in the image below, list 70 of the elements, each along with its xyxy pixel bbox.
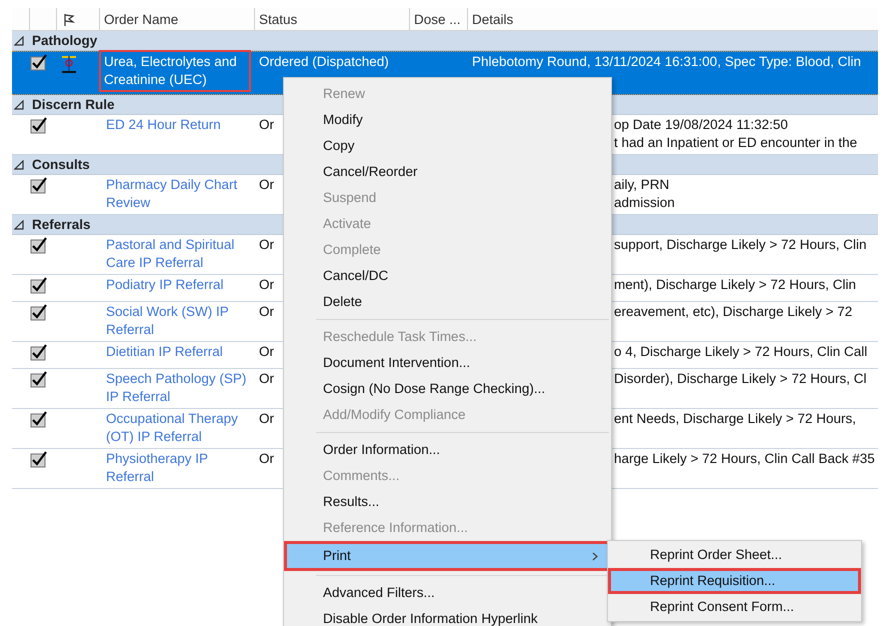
order-name-link[interactable]: Speech Pathology (SP) IP Referral	[104, 370, 251, 406]
group-label: Referrals	[32, 217, 91, 232]
collapse-icon[interactable]	[14, 100, 24, 110]
menu-item[interactable]: Modify	[286, 107, 609, 133]
menu-item[interactable]: Cancel/Reorder	[286, 159, 609, 185]
menu-item[interactable]: Reprint Consent Form...	[610, 594, 859, 620]
details-cell: o 4, Discharge Likely > 72 Hours, Clin Call	[614, 343, 868, 361]
order-name-link[interactable]: Podiatry IP Referral	[104, 276, 226, 294]
order-name-link[interactable]: Physiotherapy IP Referral	[104, 450, 251, 486]
details-cell: admission	[614, 194, 675, 212]
menu-item-label: Print	[323, 547, 352, 565]
status-cell: Or	[259, 411, 274, 426]
menu-item[interactable]: Cosign (No Dose Range Checking)...	[286, 376, 609, 402]
order-name-link[interactable]: Occupational Therapy (OT) IP Referral	[104, 410, 251, 446]
column-header[interactable]: Details	[468, 8, 878, 30]
details-cell: Disorder), Discharge Likely > 72 Hours, Cl	[614, 370, 866, 388]
status-cell: Or	[259, 277, 274, 292]
status-cell: Or	[259, 344, 274, 359]
status-cell: Or	[259, 371, 274, 386]
checkbox-icon[interactable]	[30, 177, 48, 194]
group-label: Consults	[32, 157, 90, 172]
menu-item[interactable]: Cancel/DC	[286, 263, 609, 289]
menu-item[interactable]: Advanced Filters...	[286, 580, 609, 606]
status-cell: Or	[259, 177, 274, 192]
menu-item[interactable]: Disable Order Information Hyperlink	[286, 606, 609, 626]
checkbox-icon[interactable]	[30, 117, 48, 134]
order-name-link[interactable]: ED 24 Hour Return	[104, 116, 223, 134]
group-label: Pathology	[32, 33, 98, 48]
column-header[interactable]: Dose ...	[410, 8, 468, 30]
checkbox-icon[interactable]	[30, 54, 48, 71]
order-name-link[interactable]: Pastoral and Spiritual Care IP Referral	[104, 236, 251, 272]
column-header[interactable]: Order Name	[100, 8, 255, 30]
collapse-icon[interactable]	[14, 160, 24, 170]
status-cell: Or	[259, 451, 274, 466]
order-name-link[interactable]: Dietitian IP Referral	[104, 343, 225, 361]
menu-item[interactable]: Reprint Requisition...	[608, 568, 861, 594]
order-name-link[interactable]: Pharmacy Daily Chart Review	[104, 176, 251, 212]
menu-item[interactable]: Results...	[286, 489, 609, 515]
chevron-right-icon	[592, 552, 598, 560]
checkbox-icon[interactable]	[30, 304, 48, 321]
menu-item[interactable]: Reprint Order Sheet...	[610, 542, 859, 568]
order-name-link[interactable]: Social Work (SW) IP Referral	[104, 303, 251, 339]
details-cell: support, Discharge Likely > 72 Hours, Clin	[614, 236, 866, 254]
details-cell: ent Needs, Discharge Likely > 72 Hours,	[614, 410, 856, 428]
status-cell: Or	[259, 304, 274, 319]
status-cell: Or	[259, 237, 274, 252]
menu-item[interactable]: Order Information...	[286, 437, 609, 463]
order-name-link[interactable]: Urea, Electrolytes and Creatinine (UEC)	[99, 50, 251, 92]
details-cell: harge Likely > 72 Hours, Clin Call Back #35	[614, 450, 875, 468]
checkbox-icon[interactable]	[30, 371, 48, 388]
collapse-icon[interactable]	[14, 220, 24, 230]
menu-item[interactable]: Copy	[286, 133, 609, 159]
status-cell: Or	[259, 117, 274, 132]
column-header[interactable]: Status	[255, 8, 410, 30]
checkbox-icon[interactable]	[30, 411, 48, 428]
status-cell: Ordered (Dispatched)	[259, 54, 389, 69]
details-cell: aily, PRN	[614, 176, 670, 194]
details-cell: ereavement, etc), Discharge Likely > 72	[614, 303, 852, 321]
details-cell: t had an Inpatient or ED encounter in the	[614, 134, 858, 152]
details-cell: op Date 19/08/2024 11:32:50	[614, 116, 788, 134]
collapse-icon[interactable]	[14, 36, 24, 46]
menu-item[interactable]: Delete	[286, 289, 609, 315]
group-label: Discern Rule	[32, 97, 115, 112]
details-cell: ment), Discharge Likely > 72 Hours, Clin	[614, 276, 856, 294]
flag-icon[interactable]	[62, 12, 76, 26]
checkbox-icon[interactable]	[30, 344, 48, 361]
details-cell: Phlebotomy Round, 13/11/2024 16:31:00, Spec Type: Blood, Clin	[472, 53, 862, 71]
checkbox-icon[interactable]	[30, 237, 48, 254]
checkbox-icon[interactable]	[30, 451, 48, 468]
checkbox-icon[interactable]	[30, 277, 48, 294]
